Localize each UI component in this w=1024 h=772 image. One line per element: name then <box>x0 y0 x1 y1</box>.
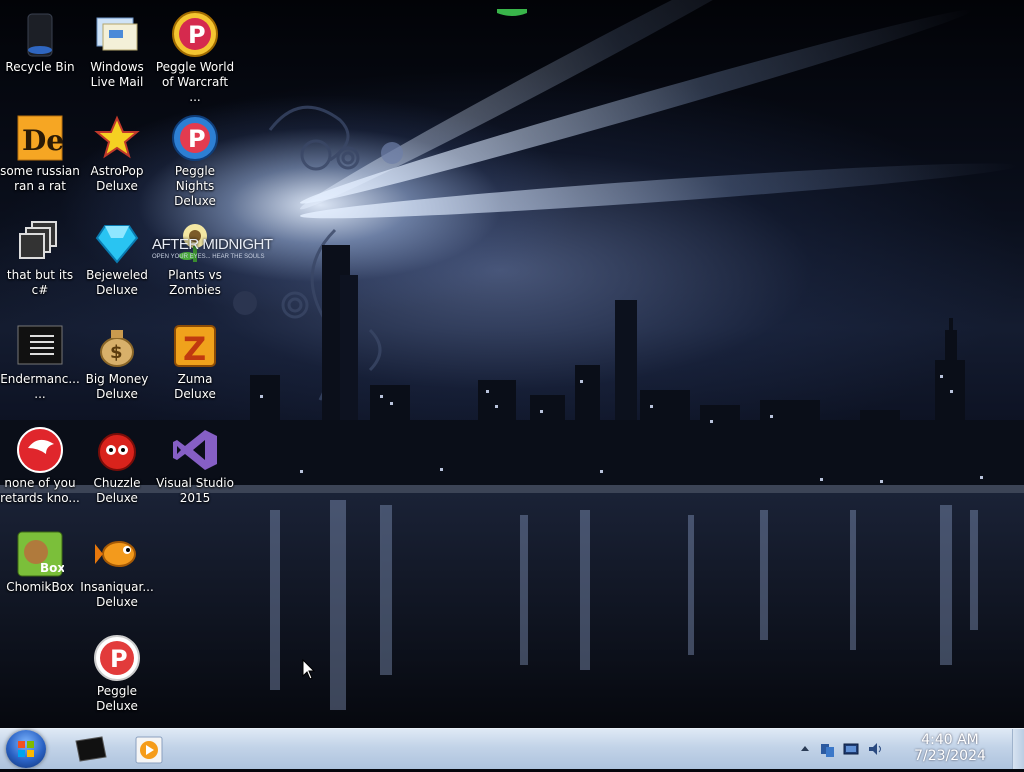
desktop-icon-astropop-deluxe[interactable]: AstroPop Deluxe <box>77 108 157 208</box>
icon-label: Endermanc... ... <box>0 372 80 401</box>
icon-label: that but its c# <box>6 268 74 297</box>
svg-text:P: P <box>188 21 206 49</box>
desktop-icon-insaniquarium-deluxe[interactable]: Insaniquar... Deluxe <box>77 524 157 624</box>
icon-label: Bejeweled Deluxe <box>86 268 148 297</box>
network-icon[interactable] <box>819 741 835 757</box>
start-orb-icon <box>18 741 34 757</box>
wallpaper-overlay-title: AFTER MIDNIGHT <box>152 236 273 253</box>
icon-label: none of you retards kno... <box>0 476 80 505</box>
icon-label: Plants vs Zombies <box>168 268 222 297</box>
icon-label: Big Money Deluxe <box>85 372 149 401</box>
icon-label: Visual Studio 2015 <box>156 476 234 505</box>
svg-text:$: $ <box>110 342 123 363</box>
peggle-deluxe-icon: P <box>93 634 141 682</box>
desktop-icon-peggle-deluxe[interactable]: P Peggle Deluxe <box>77 628 157 728</box>
desktop-icon-none-of-you-retards-kno[interactable]: none of you retards kno... <box>0 420 80 520</box>
clock-date: 7/23/2024 <box>914 748 986 764</box>
desktop-icon-some-russian-ran-a-rat[interactable]: De some russian ran a rat <box>0 108 80 208</box>
goldfish-icon <box>93 530 141 578</box>
visual-studio-icon <box>171 426 219 474</box>
desktop-icon-big-money-deluxe[interactable]: $ Big Money Deluxe <box>77 316 157 416</box>
desktop-icon-visual-studio-2015[interactable]: Visual Studio 2015 <box>155 420 235 520</box>
desktop-icon-chuzzle-deluxe[interactable]: Chuzzle Deluxe <box>77 420 157 520</box>
volume-icon[interactable] <box>867 741 883 757</box>
clock[interactable]: 4:40 AM 7/23/2024 <box>900 732 1000 764</box>
icon-label: Peggle Nights Deluxe <box>174 164 216 208</box>
svg-text:De: De <box>22 124 64 157</box>
desktop-icon-plants-vs-zombies[interactable]: Plants vs Zombies <box>155 212 235 312</box>
icon-label: Peggle World of Warcraft ... <box>155 60 235 104</box>
mouse-cursor-icon <box>302 659 316 680</box>
taskbar-pinned-terminal[interactable] <box>66 731 114 767</box>
desktop-icon-peggle-nights-deluxe[interactable]: P Peggle Nights Deluxe <box>155 108 235 208</box>
mail-icon <box>93 10 141 58</box>
icon-label: ChomikBox <box>6 580 74 594</box>
zuma-icon: Z <box>171 322 219 370</box>
media-player-icon <box>135 736 163 764</box>
copy-windows-icon <box>16 218 64 266</box>
icon-label: AstroPop Deluxe <box>90 164 144 193</box>
taskbar: 4:40 AM 7/23/2024 <box>0 728 1024 769</box>
terminal-icon <box>16 322 64 370</box>
peggle-icon: P <box>171 10 219 58</box>
clock-time: 4:40 AM <box>921 732 979 748</box>
taskbar-pinned-media-player[interactable] <box>126 731 174 767</box>
svg-text:Box: Box <box>40 561 64 575</box>
desktop-icon-peggle-world-of-warcraft[interactable]: P Peggle World of Warcraft ... <box>155 4 235 104</box>
display-icon[interactable] <box>843 741 859 757</box>
peggle-nights-icon: P <box>171 114 219 162</box>
desktop-icon-bejeweled-deluxe[interactable]: Bejeweled Deluxe <box>77 212 157 312</box>
icon-label: some russian ran a rat <box>0 164 80 193</box>
svg-text:Z: Z <box>183 330 206 368</box>
parrot-icon <box>16 426 64 474</box>
desktop-icon-zuma-deluxe[interactable]: Z Zuma Deluxe <box>155 316 235 416</box>
start-button[interactable] <box>6 730 46 768</box>
hamster-icon: Box <box>16 530 65 578</box>
icon-label: Recycle Bin <box>5 60 75 74</box>
terminal-window-icon <box>75 736 107 762</box>
desktop-icon-windows-live-mail[interactable]: Windows Live Mail <box>77 4 157 104</box>
gem-icon <box>93 218 141 266</box>
icon-label: Insaniquar... Deluxe <box>80 580 154 609</box>
icon-label: Windows Live Mail <box>90 60 144 89</box>
icon-label: Peggle Deluxe <box>96 684 138 713</box>
recycle-bin-icon <box>16 10 64 58</box>
icon-label: Chuzzle Deluxe <box>93 476 141 505</box>
desktop-wallpaper: Recycle Bin Windows Live Mail P Peggle W… <box>0 0 1024 728</box>
chuzzle-icon <box>93 426 141 474</box>
svg-text:P: P <box>188 125 206 153</box>
svg-text:P: P <box>110 645 128 673</box>
wallpaper-overlay-subtitle: OPEN YOUR EYES... HEAR THE SOULS <box>152 254 265 260</box>
desktop-icon-recycle-bin[interactable]: Recycle Bin <box>0 4 80 104</box>
show-hidden-icons-arrow[interactable] <box>797 741 813 757</box>
money-bag-icon: $ <box>93 322 141 370</box>
astropop-icon <box>93 114 141 162</box>
desktop-icon-chomikbox[interactable]: Box ChomikBox <box>0 524 80 624</box>
show-desktop-button[interactable] <box>1012 729 1024 769</box>
desktop-icon-endermanc[interactable]: Endermanc... ... <box>0 316 80 416</box>
desktop-icon-that-but-its-csharp[interactable]: that but its c# <box>0 212 80 312</box>
icon-label: Zuma Deluxe <box>174 372 216 401</box>
de-app-icon: De <box>16 114 64 162</box>
